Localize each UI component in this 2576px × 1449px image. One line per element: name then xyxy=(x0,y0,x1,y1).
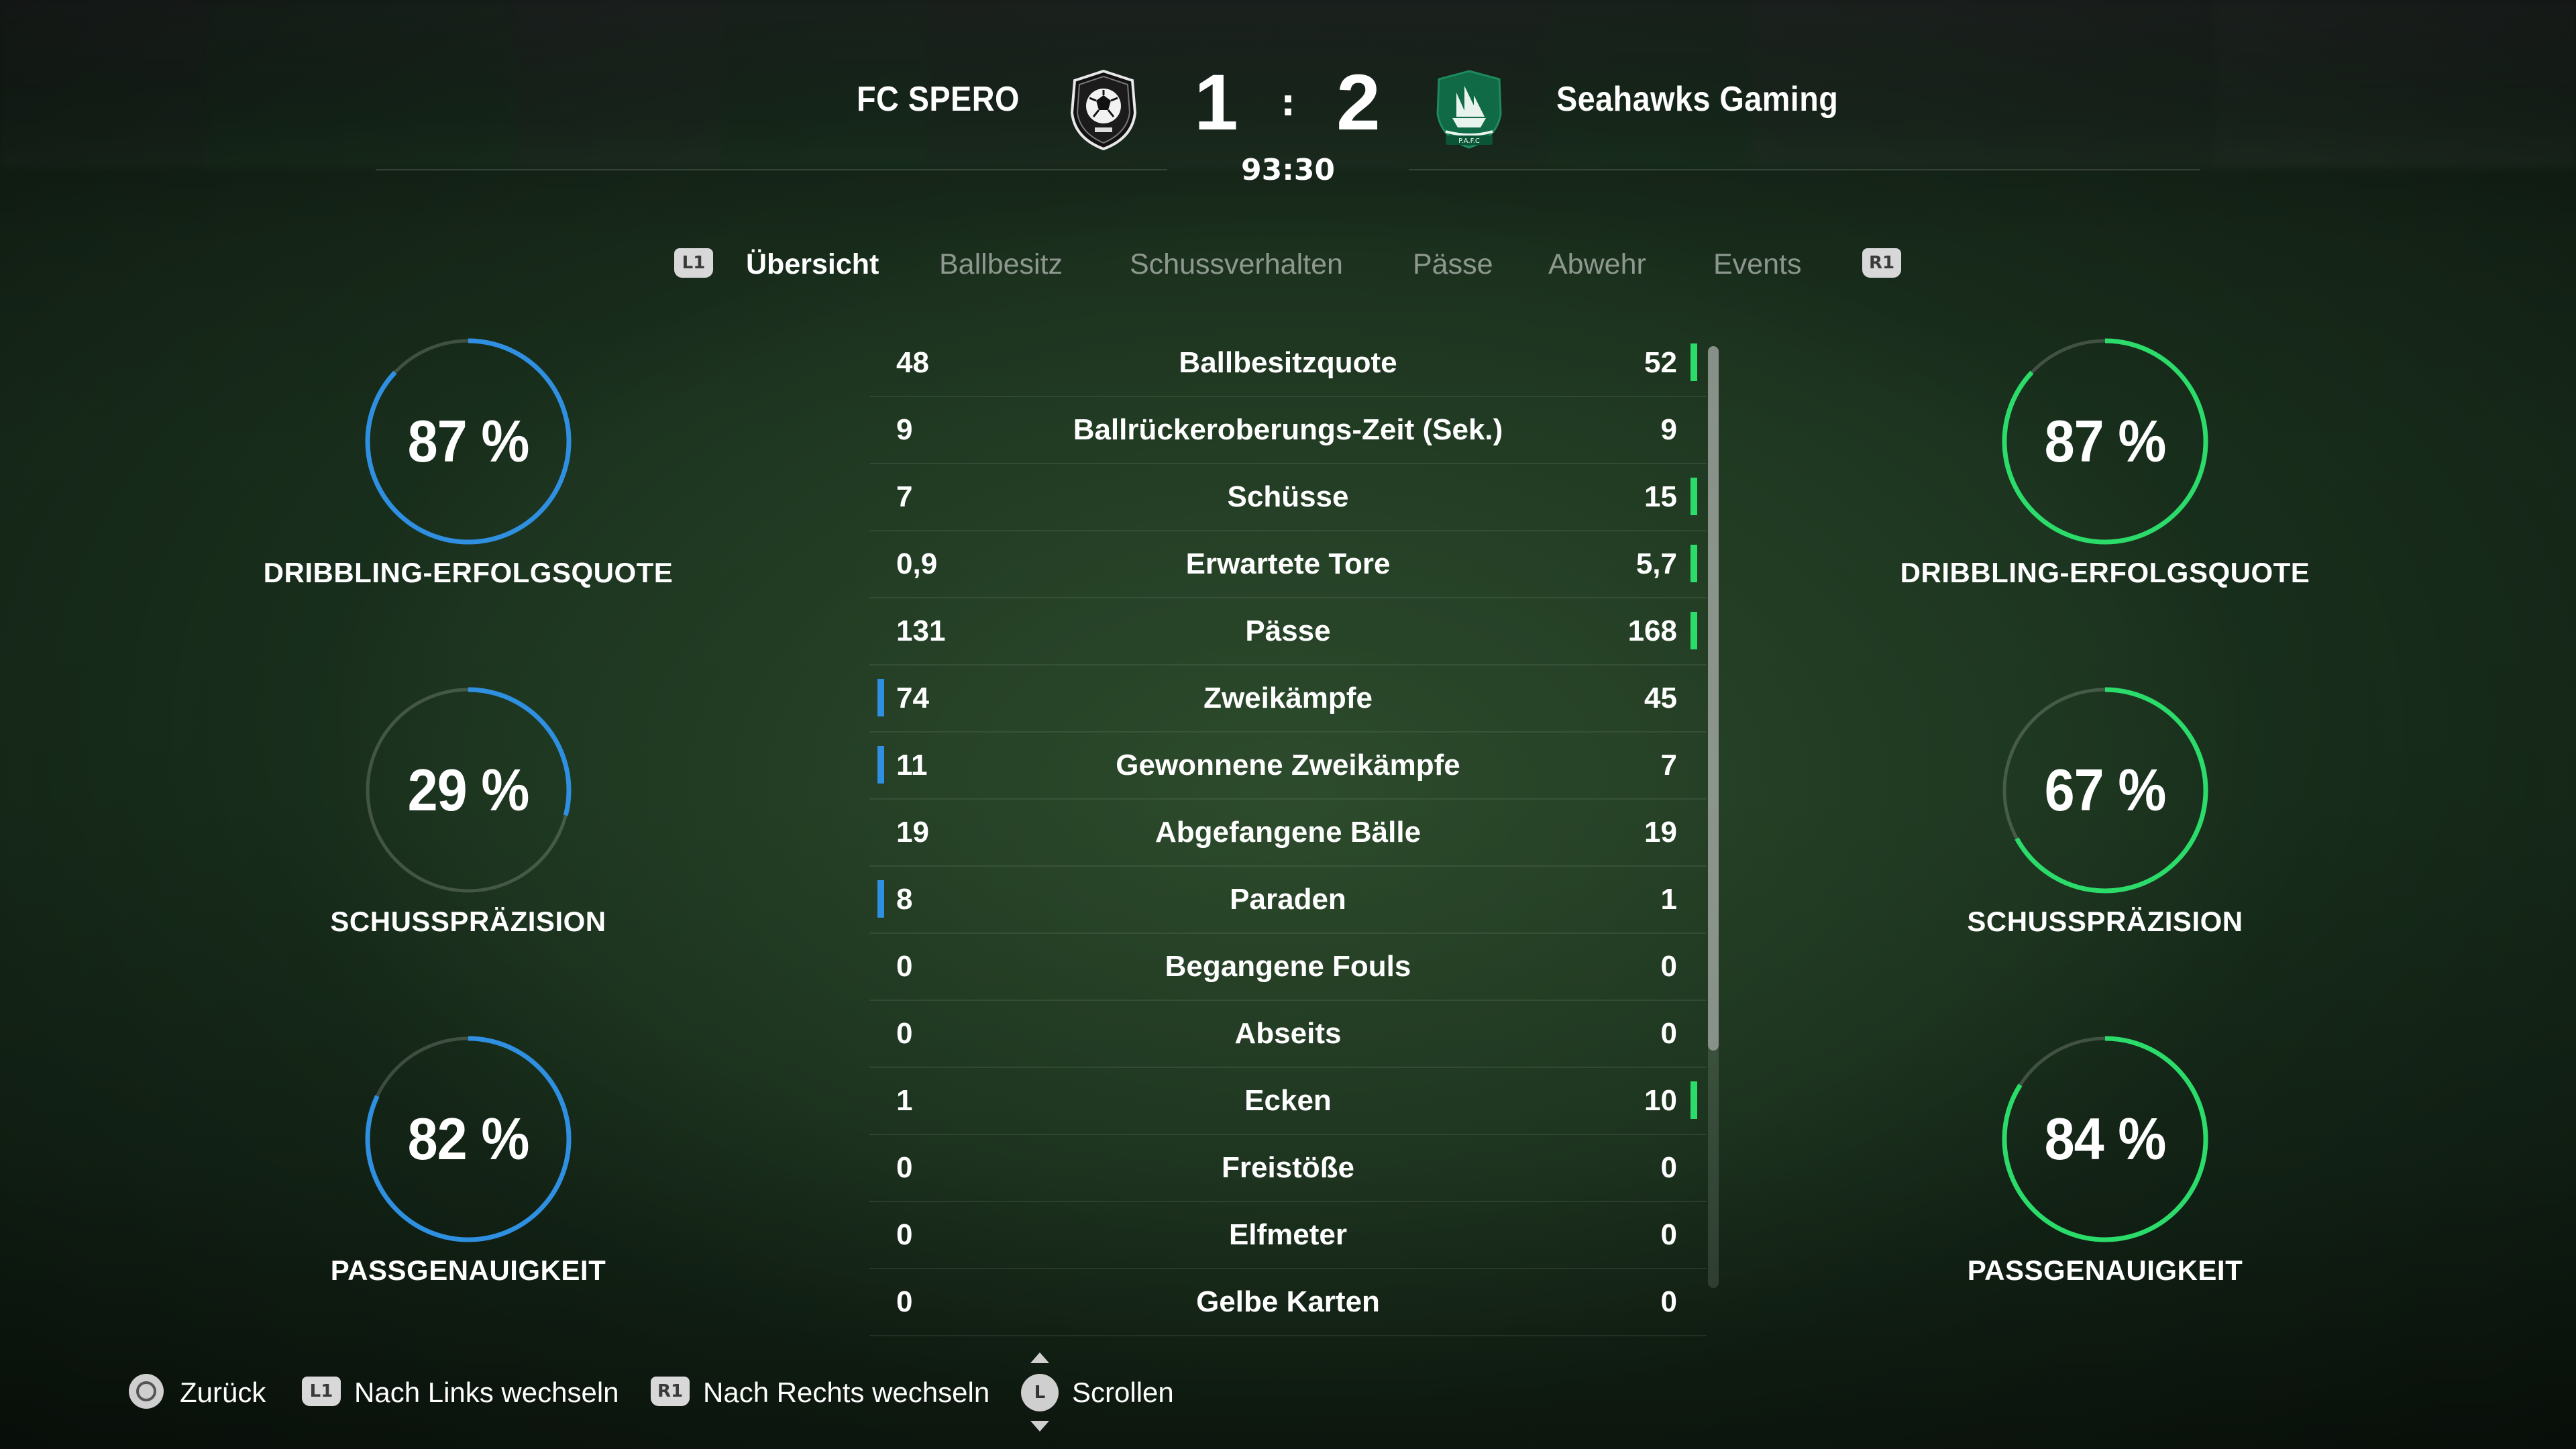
away-gauge-shot-accuracy: 67 % xyxy=(1998,683,2212,898)
stat-away-value: 5,7 xyxy=(1635,547,1677,580)
home-gauge-dribbling: 87 % xyxy=(361,334,576,549)
stat-label: Gelbe Karten xyxy=(1196,1285,1380,1318)
stat-row: 0 Gelbe Karten 0 xyxy=(869,1269,1707,1336)
stat-label: Begangene Fouls xyxy=(1165,950,1411,983)
l1-button-icon: L1 xyxy=(302,1377,341,1406)
home-gauge-pass-accuracy: 82 % xyxy=(361,1032,576,1246)
scroll-label: Scrollen xyxy=(1072,1377,1174,1408)
stat-row: 1 Ecken 10 xyxy=(869,1068,1707,1135)
club-crest-soccer-ball-icon xyxy=(1070,69,1137,151)
match-clock: 93:30 xyxy=(1240,153,1336,187)
away-gauge-pass-accuracy: 84 % xyxy=(1998,1032,2212,1246)
stat-label: Gewonnene Zweikämpfe xyxy=(1116,749,1460,782)
divider xyxy=(1409,169,2200,170)
away-score: 2 xyxy=(1336,58,1381,147)
tab-events[interactable]: Events xyxy=(1713,248,1801,281)
stat-row: 8 Paraden 1 xyxy=(869,867,1707,934)
stat-row: 74 Zweikämpfe 45 xyxy=(869,665,1707,733)
home-score: 1 xyxy=(1194,58,1238,147)
stat-row: 0 Elfmeter 0 xyxy=(869,1202,1707,1269)
stat-label: Ballrückeroberungs-Zeit (Sek.) xyxy=(1073,413,1503,446)
tab-possession[interactable]: Ballbesitz xyxy=(939,248,1063,281)
stat-away-value: 168 xyxy=(1627,614,1677,647)
gauge-label: PASSGENAUIGKEIT xyxy=(330,1254,606,1286)
gauge-value: 87 % xyxy=(407,408,530,474)
switch-right-hint[interactable]: R1 Nach Rechts wechseln xyxy=(651,1374,1000,1411)
back-label: Zurück xyxy=(180,1377,266,1408)
circle-button-icon xyxy=(129,1374,164,1409)
svg-text:P.A.F.C: P.A.F.C xyxy=(1458,138,1480,145)
away-gauge-dribbling: 87 % xyxy=(1998,334,2212,549)
scroll-hint[interactable]: L Scrollen xyxy=(1021,1352,1195,1432)
stat-row: 19 Abgefangene Bälle 19 xyxy=(869,800,1707,867)
stat-row: 7 Schüsse 15 xyxy=(869,464,1707,531)
stat-away-value: 15 xyxy=(1644,480,1677,513)
stat-label: Abseits xyxy=(1234,1017,1342,1050)
stat-away-value: 9 xyxy=(1660,413,1677,446)
tab-passes[interactable]: Pässe xyxy=(1413,248,1493,281)
stat-label: Pässe xyxy=(1245,614,1331,647)
stat-away-value: 19 xyxy=(1644,816,1677,849)
stat-label: Schüsse xyxy=(1227,480,1349,513)
switch-right-label: Nach Rechts wechseln xyxy=(703,1377,990,1408)
stat-away-value: 52 xyxy=(1644,346,1677,379)
left-stick-icon: L xyxy=(1021,1374,1059,1411)
home-team-name: FC SPERO xyxy=(857,80,1020,119)
stat-away-value: 0 xyxy=(1660,1285,1677,1318)
stat-label: Erwartete Tore xyxy=(1185,547,1391,580)
stat-label: Abgefangene Bälle xyxy=(1155,816,1421,849)
away-team-name: Seahawks Gaming xyxy=(1556,80,1839,119)
stat-row: 0 Begangene Fouls 0 xyxy=(869,934,1707,1001)
stat-label: Ecken xyxy=(1244,1084,1332,1117)
divider xyxy=(376,169,1167,170)
gauge-label: SCHUSSPRÄZISION xyxy=(1967,906,2243,937)
stat-away-value: 45 xyxy=(1644,682,1677,714)
gauge-value: 67 % xyxy=(2044,757,2167,823)
back-hint[interactable]: Zurück xyxy=(129,1374,276,1411)
stat-row: 11 Gewonnene Zweikämpfe 7 xyxy=(869,733,1707,800)
stat-row: 0 Freistöße 0 xyxy=(869,1135,1707,1202)
score-separator: : xyxy=(1281,82,1295,124)
club-crest-ship-icon: P.A.F.C xyxy=(1436,70,1502,149)
stat-row: 131 Pässe 168 xyxy=(869,598,1707,665)
gauge-label: SCHUSSPRÄZISION xyxy=(330,906,606,937)
stat-away-value: 0 xyxy=(1660,1017,1677,1050)
stat-away-value: 0 xyxy=(1660,950,1677,983)
l1-button-icon[interactable]: L1 xyxy=(674,248,713,278)
r1-button-icon: R1 xyxy=(651,1377,690,1406)
stats-table[interactable]: 48 Ballbesitzquote 52 9 Ballrückeroberungs-Z… xyxy=(869,330,1707,1336)
stat-row: 9 Ballrückeroberungs-Zeit (Sek.) 9 xyxy=(869,397,1707,464)
stat-away-value: 10 xyxy=(1644,1084,1677,1117)
stat-label: Elfmeter xyxy=(1228,1218,1348,1251)
switch-left-hint[interactable]: L1 Nach Links wechseln xyxy=(302,1374,624,1411)
gauge-value: 82 % xyxy=(407,1106,530,1172)
stat-label: Ballbesitzquote xyxy=(1179,346,1397,379)
gauge-value: 29 % xyxy=(407,757,530,823)
switch-left-label: Nach Links wechseln xyxy=(354,1377,619,1408)
home-gauge-shot-accuracy: 29 % xyxy=(361,683,576,898)
stat-label: Zweikämpfe xyxy=(1203,682,1373,714)
scrollbar-thumb[interactable] xyxy=(1708,346,1719,1051)
stat-away-value: 1 xyxy=(1660,883,1677,916)
tab-shooting[interactable]: Schussverhalten xyxy=(1130,248,1343,281)
tab-overview[interactable]: Übersicht xyxy=(746,248,879,281)
gauge-label: DRIBBLING-ERFOLGSQUOTE xyxy=(1900,557,2310,588)
gauge-value: 87 % xyxy=(2044,408,2167,474)
stat-row: 0 Abseits 0 xyxy=(869,1001,1707,1068)
stat-row: 0,9 Erwartete Tore 5,7 xyxy=(869,531,1707,598)
stat-away-value: 0 xyxy=(1660,1218,1677,1251)
r1-button-icon[interactable]: R1 xyxy=(1862,248,1901,278)
gauge-label: DRIBBLING-ERFOLGSQUOTE xyxy=(263,557,674,588)
stat-label: Paraden xyxy=(1230,883,1346,916)
stat-row: 48 Ballbesitzquote 52 xyxy=(869,330,1707,397)
stat-away-value: 0 xyxy=(1660,1151,1677,1184)
tab-defence[interactable]: Abwehr xyxy=(1548,248,1646,281)
stat-label: Freistöße xyxy=(1221,1151,1355,1184)
gauge-label: PASSGENAUIGKEIT xyxy=(1967,1254,2243,1286)
arrow-up-icon xyxy=(1030,1352,1049,1363)
stats-tab-bar: L1 Übersicht Ballbesitz Schussverhalten … xyxy=(0,243,2576,290)
gauge-value: 84 % xyxy=(2044,1106,2167,1172)
stat-away-value: 7 xyxy=(1660,749,1677,782)
arrow-down-icon xyxy=(1030,1421,1049,1432)
